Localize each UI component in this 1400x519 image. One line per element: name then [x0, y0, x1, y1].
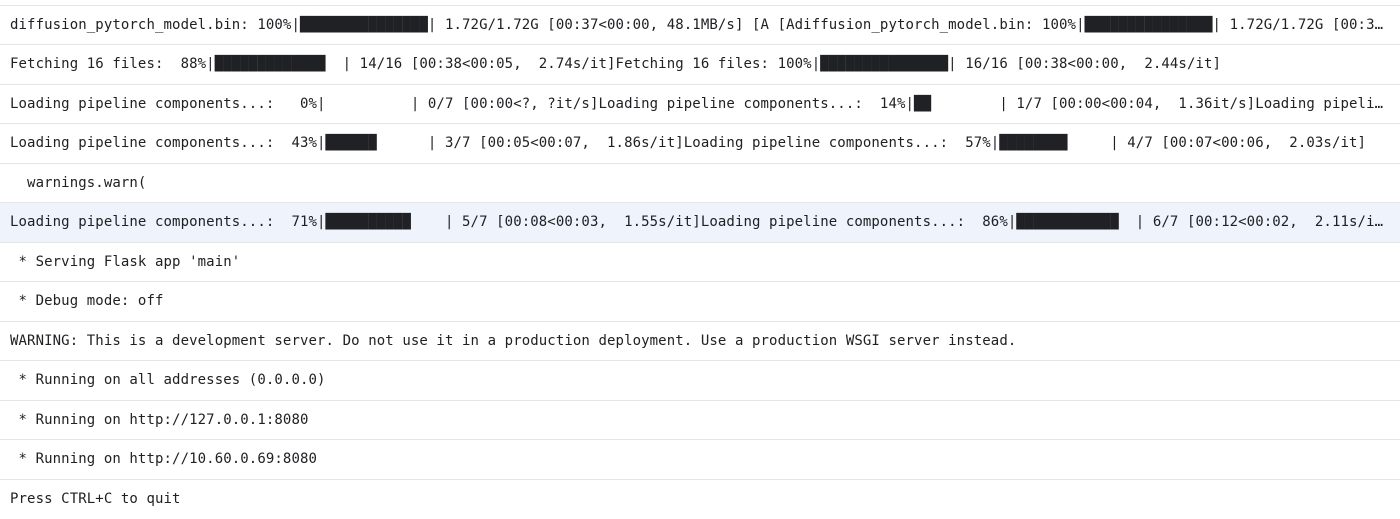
log-line[interactable]: Loading pipeline components...: 0%| | 0/… [0, 85, 1400, 125]
log-line[interactable]: * Debug mode: off [0, 282, 1400, 322]
log-line-warning[interactable]: WARNING: This is a development server. D… [0, 322, 1400, 362]
log-line[interactable]: Loading pipeline components...: 43%|████… [0, 124, 1400, 164]
log-line-local-url[interactable]: * Running on http://127.0.0.1:8080 [0, 401, 1400, 441]
terminal-log-output: diffusion_pytorch_model.bin: 100%|██████… [0, 0, 1400, 517]
log-line-highlighted[interactable]: Loading pipeline components...: 71%|████… [0, 203, 1400, 243]
log-line[interactable]: Press CTRL+C to quit [0, 480, 1400, 519]
log-line[interactable]: warnings.warn( [0, 164, 1400, 204]
log-line[interactable]: * Serving Flask app 'main' [0, 243, 1400, 283]
log-line[interactable]: Fetching 16 files: 88%|█████████████ | 1… [0, 45, 1400, 85]
log-line[interactable]: diffusion_pytorch_model.bin: 100%|██████… [0, 0, 1400, 45]
log-line[interactable]: * Running on all addresses (0.0.0.0) [0, 361, 1400, 401]
log-line-network-url[interactable]: * Running on http://10.60.0.69:8080 [0, 440, 1400, 480]
